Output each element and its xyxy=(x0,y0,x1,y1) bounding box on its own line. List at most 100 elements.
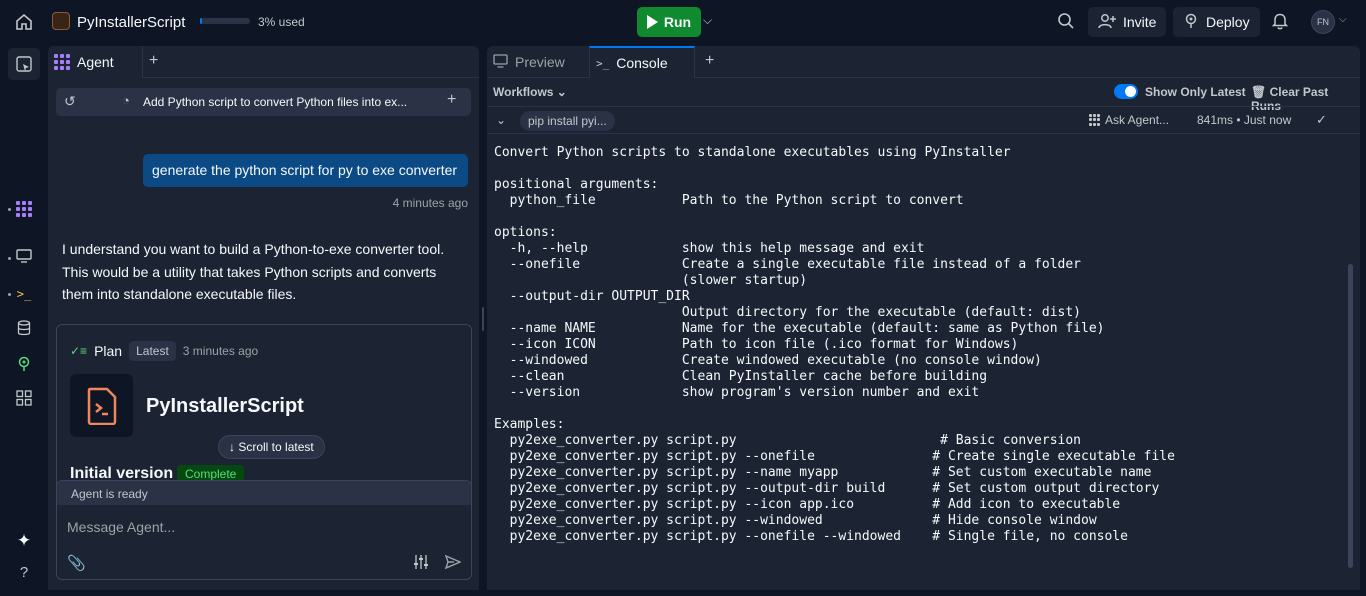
gauge-icon: ◔ xyxy=(122,93,130,108)
console-line: --clean Clean PyInstaller cache before b… xyxy=(494,369,988,384)
chevron-down-icon[interactable]: ⌵ xyxy=(1339,14,1347,25)
usage-text[interactable]: 3% used xyxy=(258,15,305,29)
console-line: --windowed Create windowed executable (n… xyxy=(494,353,1042,368)
run-duration: 841ms • Just now xyxy=(1197,113,1292,127)
chevron-down-icon[interactable]: ⌄ xyxy=(496,113,506,127)
add-tab-icon[interactable]: + xyxy=(705,52,714,70)
console-output: Convert Python scripts to standalone exe… xyxy=(494,145,1344,545)
tab-console-label: Console xyxy=(616,55,668,71)
monitor-icon[interactable] xyxy=(14,248,34,268)
plan-time: 3 minutes ago xyxy=(182,344,259,358)
console-line: py2exe_converter.py script.py --onefile … xyxy=(494,529,1128,544)
chevron-down-icon: ⌄ xyxy=(556,85,567,99)
apps-grid-icon[interactable] xyxy=(14,390,34,410)
run-command[interactable]: pip install pyi... xyxy=(520,111,615,131)
console-line: --icon ICON Path to icon file (.ico form… xyxy=(494,337,1019,352)
rail-dot xyxy=(8,208,11,211)
tab-agent-label: Agent xyxy=(77,54,114,70)
agent-status: Agent is ready xyxy=(57,481,471,505)
usage-bar xyxy=(200,18,250,24)
home-icon[interactable] xyxy=(14,12,34,32)
deploy-button[interactable]: Deploy xyxy=(1173,7,1260,37)
workflows-dropdown[interactable]: Workflows ⌄ xyxy=(493,85,567,99)
shell-icon[interactable]: >_ xyxy=(14,284,34,304)
show-only-latest-toggle[interactable] xyxy=(1114,84,1138,99)
top-bar: PyInstallerScript 3% used Run ⌵ Invite D… xyxy=(0,0,1366,44)
project-logo xyxy=(70,374,133,437)
play-icon xyxy=(646,15,658,29)
avatar[interactable]: FN xyxy=(1311,10,1335,34)
console-panel: Preview >_ Console + Workflows ⌄ Show On… xyxy=(487,46,1360,590)
invite-button[interactable]: Invite xyxy=(1088,7,1167,37)
console-line: --name NAME Name for the executable (def… xyxy=(494,321,1105,336)
rail-dot xyxy=(8,293,11,296)
add-tab-icon[interactable]: + xyxy=(149,52,158,70)
trash-icon: 🗑 xyxy=(1251,85,1267,99)
help-icon[interactable]: ? xyxy=(14,563,34,583)
deploy-icon[interactable] xyxy=(14,356,34,376)
agent-tab-bar: Agent + xyxy=(48,46,479,78)
console-line: py2exe_converter.py script.py --name mya… xyxy=(494,465,1152,480)
agent-icon xyxy=(1089,114,1101,126)
history-icon[interactable]: ↺ xyxy=(64,93,76,110)
deploy-icon xyxy=(1183,13,1199,32)
new-thread-icon[interactable]: + xyxy=(447,91,456,109)
search-icon[interactable] xyxy=(1056,12,1076,32)
user-message: generate the python script for py to exe… xyxy=(143,154,468,187)
app-icon xyxy=(52,12,70,30)
left-rail: >_ ✦ ? xyxy=(0,44,48,596)
console-line: --version show program's version number … xyxy=(494,385,980,400)
console-line: --output-dir OUTPUT_DIR xyxy=(494,289,690,304)
panel-resize-handle[interactable] xyxy=(482,307,484,331)
message-input[interactable]: Message Agent... xyxy=(67,519,175,535)
agent-message: I understand you want to build a Python-… xyxy=(62,241,445,302)
workflows-label: Workflows xyxy=(493,85,554,99)
thread-header[interactable]: ↺ ◔ Add Python script to convert Python … xyxy=(56,88,471,116)
checkmark-icon: ✓ xyxy=(1316,112,1327,127)
project-title: PyInstallerScript xyxy=(146,395,304,417)
console-line: Examples: xyxy=(494,417,565,432)
monitor-icon xyxy=(493,53,508,71)
deploy-label: Deploy xyxy=(1206,14,1250,30)
paperclip-icon[interactable]: 📎 xyxy=(67,554,86,572)
run-button[interactable]: Run xyxy=(637,7,701,37)
console-scrollbar[interactable] xyxy=(1348,264,1353,568)
console-line: (slower startup) xyxy=(494,273,808,288)
agent-icon[interactable] xyxy=(14,199,34,219)
console-line: py2exe_converter.py script.py # Basic co… xyxy=(494,433,1081,448)
invite-icon xyxy=(1098,13,1116,32)
console-line: options: xyxy=(494,225,557,240)
shell-icon: >_ xyxy=(596,56,610,70)
console-line: Convert Python scripts to standalone exe… xyxy=(494,145,1011,160)
database-icon[interactable] xyxy=(14,320,34,340)
tab-preview[interactable]: Preview xyxy=(487,46,589,78)
agent-icon xyxy=(54,54,70,70)
usage-bar-fill xyxy=(200,18,202,24)
agent-panel: Agent + ↺ ◔ Add Python script to convert… xyxy=(48,46,479,590)
tab-agent[interactable]: Agent xyxy=(48,46,143,78)
bell-icon[interactable] xyxy=(1270,12,1290,32)
ask-agent-button[interactable]: Ask Agent... xyxy=(1089,113,1169,127)
scroll-to-latest-button[interactable]: ↓ Scroll to latest xyxy=(218,435,325,459)
chevron-down-icon[interactable]: ⌵ xyxy=(703,13,712,28)
scroll-to-latest-label: Scroll to latest xyxy=(238,440,314,454)
console-line: --onefile Create a single executable fil… xyxy=(494,257,1081,272)
console-line: Output directory for the executable (def… xyxy=(494,305,1081,320)
sparkle-icon[interactable]: ✦ xyxy=(14,531,34,551)
console-line: py2exe_converter.py script.py --windowed… xyxy=(494,513,1097,528)
sliders-icon[interactable] xyxy=(413,554,429,574)
send-icon[interactable] xyxy=(444,554,462,574)
file-tree-icon[interactable] xyxy=(8,48,40,80)
console-line: py2exe_converter.py script.py --onefile … xyxy=(494,449,1175,464)
user-message-time: 4 minutes ago xyxy=(392,196,468,210)
arrow-down-icon: ↓ xyxy=(229,440,235,454)
tab-console[interactable]: >_ Console xyxy=(589,46,695,78)
workflows-bar: Workflows ⌄ Show Only Latest 🗑 Clear Pas… xyxy=(487,79,1360,113)
console-line: py2exe_converter.py script.py --output-d… xyxy=(494,481,1160,496)
app-name[interactable]: PyInstallerScript xyxy=(77,14,185,31)
message-composer: Agent is ready Message Agent... 📎 xyxy=(56,480,472,580)
console-line: positional arguments: xyxy=(494,177,659,192)
